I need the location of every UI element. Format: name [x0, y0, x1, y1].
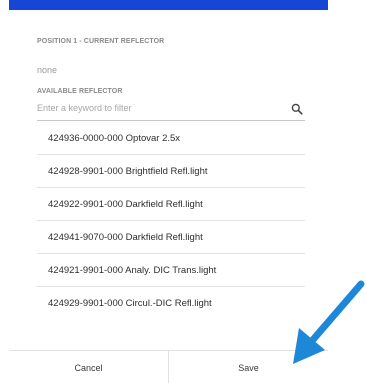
save-button[interactable]: Save	[169, 351, 328, 383]
search-input[interactable]	[37, 100, 277, 116]
list-item[interactable]: 424929-9901-000 Circul.-DIC Refl.light	[37, 287, 305, 320]
current-reflector-value: none	[37, 65, 58, 75]
available-reflector-label: AVAILABLE REFLECTOR	[37, 88, 123, 95]
reflector-list: 424936-0000-000 Optovar 2.5x 424928-9901…	[37, 122, 305, 328]
list-item[interactable]: 424936-0000-000 Optovar 2.5x	[37, 122, 305, 155]
dialog-footer: Cancel Save	[9, 350, 328, 383]
list-item[interactable]: 424921-9901-000 Analy. DIC Trans.light	[37, 254, 305, 287]
list-item[interactable]: 424922-9901-000 Darkfield Refl.light	[37, 188, 305, 221]
list-item[interactable]: 424928-9901-000 Brightfield Refl.light	[37, 155, 305, 188]
dialog-top-bar	[9, 0, 328, 10]
reflector-dialog: POSITION 1 - CURRENT REFLECTOR none AVAI…	[0, 0, 367, 383]
cancel-button[interactable]: Cancel	[9, 351, 168, 383]
list-item[interactable]: 424941-9070-000 Darkfield Refl.light	[37, 221, 305, 254]
current-reflector-label: POSITION 1 - CURRENT REFLECTOR	[37, 38, 165, 45]
search-row	[37, 98, 305, 121]
search-icon[interactable]	[291, 102, 303, 115]
